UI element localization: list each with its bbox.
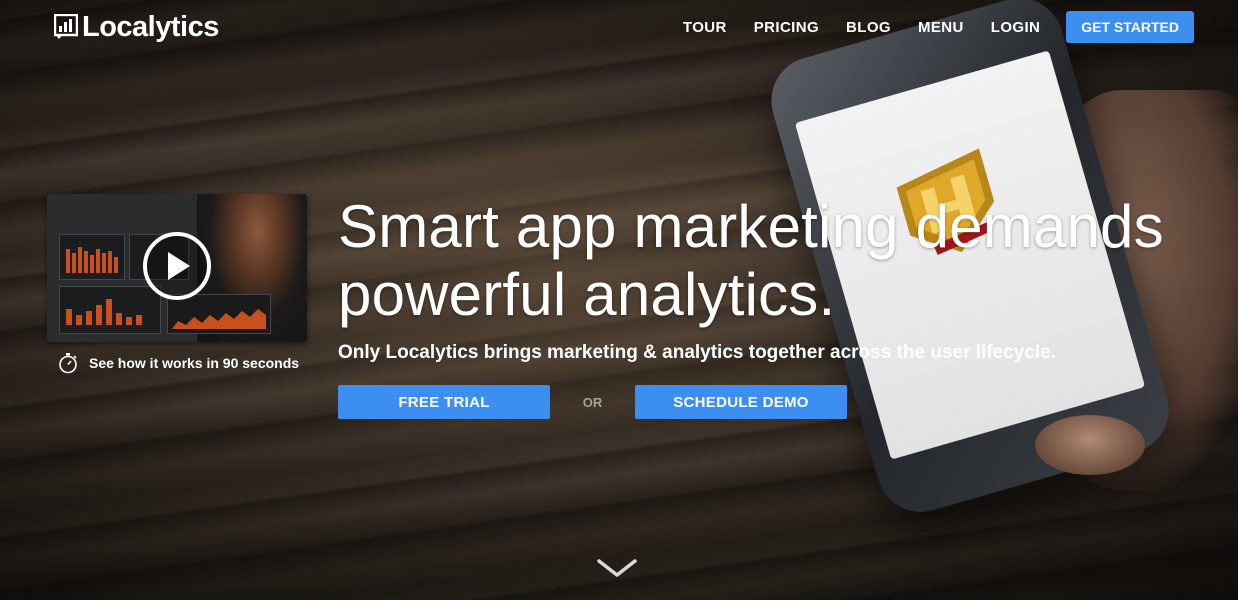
nav-blog[interactable]: BLOG	[846, 19, 891, 36]
nav-pricing[interactable]: PRICING	[754, 19, 819, 36]
play-button[interactable]	[143, 232, 211, 300]
free-trial-button[interactable]: FREE TRIAL	[338, 385, 550, 419]
schedule-demo-button[interactable]: SCHEDULE DEMO	[635, 385, 847, 419]
nav-menu[interactable]: MENU	[918, 19, 964, 36]
nav-login[interactable]: LOGIN	[991, 19, 1041, 36]
hero-headline: Smart app marketing demands powerful ana…	[338, 193, 1198, 329]
thumb-image	[1035, 415, 1145, 475]
video-caption[interactable]: See how it works in 90 seconds	[58, 352, 299, 374]
video-chart-panel-right	[167, 294, 271, 334]
cta-row: FREE TRIAL OR SCHEDULE DEMO	[338, 385, 847, 419]
video-chart-panel-bottom	[59, 286, 161, 334]
nav-tour[interactable]: TOUR	[683, 19, 727, 36]
brand-name: Localytics	[82, 10, 219, 43]
video-thumbnail[interactable]	[47, 194, 307, 342]
stopwatch-icon	[59, 353, 77, 374]
chevron-down-icon[interactable]	[597, 557, 637, 579]
or-separator: OR	[582, 394, 603, 410]
headline-line-2: powerful analytics.	[338, 261, 836, 328]
play-icon	[168, 252, 190, 280]
hero-subheadline: Only Localytics brings marketing & analy…	[338, 342, 1057, 363]
video-area-chart	[172, 309, 266, 329]
brand-logo[interactable]: Localytics	[54, 11, 219, 44]
video-bar-chart-top	[66, 247, 118, 273]
main-nav: TOUR PRICING BLOG MENU LOGIN GET STARTED	[656, 11, 1194, 43]
video-bar-chart-bottom	[66, 299, 142, 325]
video-caption-text: See how it works in 90 seconds	[89, 355, 300, 371]
bar-chart-icon	[54, 14, 78, 39]
top-navigation: Localytics TOUR PRICING BLOG MENU LOGIN …	[0, 0, 1238, 54]
video-chart-panel-top	[59, 234, 125, 280]
get-started-button[interactable]: GET STARTED	[1066, 11, 1194, 43]
headline-line-1: Smart app marketing demands	[338, 193, 1164, 260]
